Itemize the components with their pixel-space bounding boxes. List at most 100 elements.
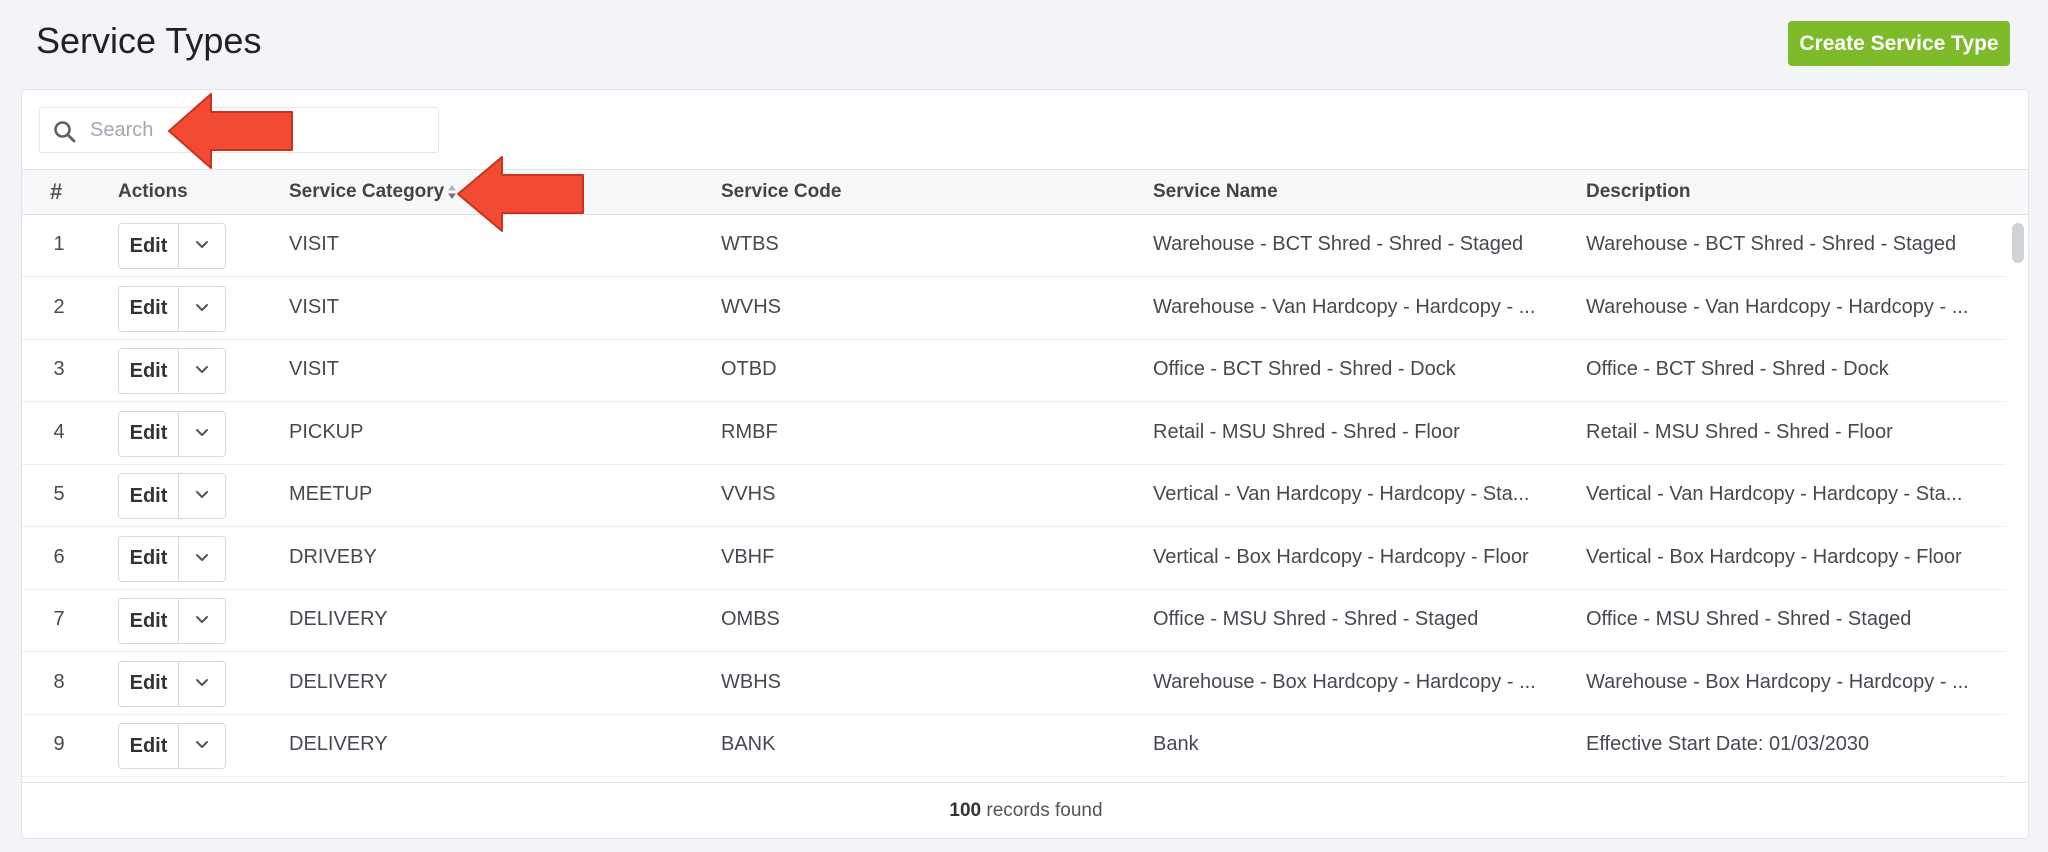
row-number: 6 (53, 545, 65, 568)
service-code-cell: BANK (721, 733, 776, 755)
service-code-cell: WTBS (721, 233, 779, 255)
arrow-left-icon (168, 93, 293, 169)
table-row: 9 Edit DELIVERY BANK Bank Effective Start Dat… (22, 715, 2006, 777)
description-cell: Warehouse - Van Hardcopy - Hardcopy - ..… (1586, 295, 1969, 318)
service-code-cell: VVHS (721, 483, 776, 505)
description-cell: Retail - MSU Shred - Shred - Floor (1586, 420, 1893, 443)
actions-dropdown-button[interactable] (179, 662, 225, 706)
chevron-down-icon (196, 366, 208, 373)
row-number: 2 (53, 295, 65, 318)
column-header-description[interactable]: Description (1586, 181, 1691, 203)
actions-dropdown-button[interactable] (179, 412, 225, 456)
description-cell: Warehouse - Box Hardcopy - Hardcopy - ..… (1586, 670, 1969, 693)
arrow-left-icon (457, 156, 584, 232)
row-number: 5 (53, 483, 65, 505)
row-actions: Edit (118, 348, 226, 394)
row-actions: Edit (118, 473, 226, 519)
chevron-down-icon (196, 491, 208, 498)
column-header-service-category-label: Service Category (289, 181, 445, 202)
service-name-cell: Office - MSU Shred - Shred - Staged (1153, 608, 1479, 630)
table-row: 4 Edit PICKUP RMBF Retail - MSU Shred - Shre… (22, 403, 2006, 465)
chevron-down-icon (196, 303, 208, 311)
service-name-cell: Office - BCT Shred - Shred - Dock (1153, 358, 1456, 380)
column-header-service-category[interactable]: Service Category (289, 181, 457, 203)
chevron-down-icon (196, 428, 208, 436)
service-category-cell: DELIVERY (289, 608, 388, 630)
table-row: 7 Edit DELIVERY OMBS Office - MSU Shred - Sh… (22, 590, 2006, 652)
records-count-number: 100 (949, 800, 982, 821)
chevron-down-icon (196, 741, 208, 748)
edit-button[interactable]: Edit (119, 474, 179, 518)
service-types-card: # Actions Service Category Service Code … (21, 89, 2029, 839)
actions-dropdown-button[interactable] (179, 474, 225, 518)
actions-dropdown-button[interactable] (179, 599, 225, 643)
actions-dropdown-button[interactable] (179, 349, 225, 393)
service-code-cell: OMBS (721, 608, 780, 630)
chevron-down-icon (196, 616, 208, 623)
service-name-cell: Warehouse - Van Hardcopy - Hardcopy - ..… (1153, 295, 1536, 318)
chevron-down-icon (196, 678, 208, 686)
table-row: 6 Edit DRIVEBY VBHF Vertical - Box Hardcopy … (22, 528, 2006, 590)
actions-dropdown-button[interactable] (179, 724, 225, 768)
table-scrollbar[interactable] (2012, 223, 2024, 263)
service-category-cell: DRIVEBY (289, 545, 377, 568)
create-service-type-button[interactable]: Create Service Type (1788, 21, 2010, 66)
description-cell: Office - MSU Shred - Shred - Staged (1586, 608, 1912, 630)
table-row: 5 Edit MEETUP VVHS Vertical - Van Hardcopy -… (22, 465, 2006, 527)
row-number: 1 (53, 233, 65, 255)
row-number: 8 (53, 670, 65, 693)
row-actions: Edit (118, 598, 226, 644)
actions-dropdown-button[interactable] (179, 537, 225, 581)
description-cell: Warehouse - BCT Shred - Shred - Staged (1586, 233, 1957, 255)
description-cell: Effective Start Date: 01/03/2030 (1586, 733, 1870, 755)
service-name-cell: Vertical - Box Hardcopy - Hardcopy - Flo… (1153, 545, 1529, 568)
row-actions: Edit (118, 660, 226, 707)
service-category-cell: MEETUP (289, 483, 373, 505)
service-category-cell: VISIT (289, 233, 340, 255)
row-number: 3 (53, 358, 65, 380)
column-header-service-code[interactable]: Service Code (721, 181, 841, 203)
table-body: 1 Edit VISIT WTBS Warehouse - BCT Shred - Sh… (22, 215, 2028, 782)
table-row: 8 Edit DELIVERY WBHS Warehouse - Box Hardcop… (22, 653, 2006, 715)
actions-dropdown-button[interactable] (179, 224, 225, 268)
edit-button[interactable]: Edit (119, 286, 179, 331)
chevron-down-icon (196, 241, 208, 248)
description-cell: Vertical - Van Hardcopy - Hardcopy - Sta… (1586, 483, 1963, 505)
edit-button[interactable]: Edit (119, 411, 179, 456)
row-actions: Edit (118, 285, 226, 332)
page-title: Service Types (36, 20, 262, 61)
row-number: 7 (53, 608, 65, 630)
row-number: 9 (53, 733, 65, 755)
service-code-cell: RMBF (721, 420, 778, 443)
table-row: 3 Edit VISIT OTBD Office - BCT Shred - Shred… (22, 340, 2006, 402)
actions-dropdown-button[interactable] (179, 287, 225, 331)
service-name-cell: Warehouse - Box Hardcopy - Hardcopy - ..… (1153, 670, 1536, 693)
chevron-down-icon (196, 553, 208, 561)
service-name-cell: Bank (1153, 733, 1199, 755)
edit-button[interactable]: Edit (119, 224, 179, 268)
service-category-cell: VISIT (289, 295, 340, 318)
service-code-cell: WBHS (721, 670, 781, 693)
edit-button[interactable]: Edit (119, 536, 179, 581)
service-name-cell: Warehouse - BCT Shred - Shred - Staged (1153, 233, 1524, 255)
column-header-number: # (50, 179, 63, 204)
edit-button[interactable]: Edit (119, 349, 179, 393)
edit-button[interactable]: Edit (119, 661, 179, 706)
column-header-service-name[interactable]: Service Name (1153, 181, 1278, 203)
service-category-cell: DELIVERY (289, 670, 388, 693)
service-category-cell: PICKUP (289, 420, 364, 443)
table-row: 1 Edit VISIT WTBS Warehouse - BCT Shred - Sh… (22, 215, 2006, 277)
service-code-cell: WVHS (721, 295, 781, 318)
column-header-actions: Actions (118, 181, 188, 202)
row-actions: Edit (118, 723, 226, 769)
edit-button[interactable]: Edit (119, 724, 179, 768)
row-actions: Edit (118, 410, 226, 457)
service-category-cell: DELIVERY (289, 733, 388, 755)
records-count: 100 records found (22, 782, 2028, 838)
row-actions: Edit (118, 223, 226, 269)
description-cell: Vertical - Box Hardcopy - Hardcopy - Flo… (1586, 545, 1962, 568)
edit-button[interactable]: Edit (119, 599, 179, 643)
row-actions: Edit (118, 535, 226, 582)
row-number: 4 (53, 420, 65, 443)
table-header: # Actions Service Category Service Code … (22, 169, 2028, 215)
